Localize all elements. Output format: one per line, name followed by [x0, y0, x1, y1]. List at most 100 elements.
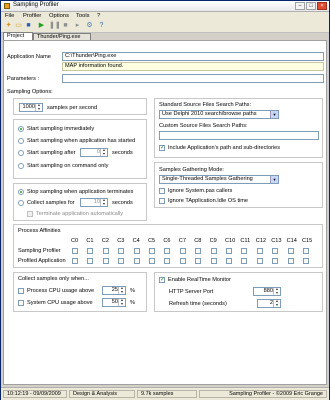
ignore-tapp-checkbox[interactable] [159, 198, 165, 204]
start-on-command-radio[interactable] [18, 163, 24, 169]
samples-rate-group: 1000 ▲ ▼ samples per second [13, 98, 147, 115]
affinity-checkbox[interactable] [118, 258, 125, 264]
custom-paths-field[interactable] [159, 131, 319, 140]
affinity-checkbox[interactable] [102, 258, 109, 264]
stop-on-terminate-radio[interactable] [18, 189, 24, 195]
close-button[interactable]: × [317, 2, 327, 10]
affinity-checkbox[interactable] [272, 258, 279, 264]
port-spinner[interactable]: 880 ▲ ▼ [253, 287, 281, 296]
menu-profiler[interactable]: Profiler [23, 13, 41, 19]
system-cpu-spinner[interactable]: 50 ▲ ▼ [102, 298, 126, 307]
affinity-checkbox[interactable] [179, 248, 186, 254]
tab-thunder-ping[interactable]: Thunder/Ping.exe [33, 33, 91, 40]
affinity-checkbox[interactable] [179, 258, 186, 264]
menu-options[interactable]: Options [49, 13, 69, 19]
help-icon[interactable]: ? [97, 22, 106, 30]
menu-help[interactable]: ? [97, 13, 100, 19]
parameters-field[interactable] [62, 74, 324, 83]
menu-tools[interactable]: Tools [76, 13, 90, 19]
ignore-callers-label: Ignore System.pas callers [168, 188, 233, 194]
spinner-arrows-icon[interactable]: ▲ ▼ [35, 103, 42, 111]
start-when-started-radio[interactable] [18, 138, 24, 144]
affinity-checkbox[interactable] [303, 248, 309, 254]
affinity-checkbox[interactable] [272, 248, 279, 254]
std-paths-combo[interactable]: Use Delphi 2010 search/browse paths ▼ [159, 110, 279, 119]
affinity-checkbox[interactable] [226, 258, 232, 264]
main-window: Sampling Profiler – □ × File Profiler Op… [0, 0, 330, 400]
spinner-arrows-icon[interactable]: ▲ ▼ [100, 198, 107, 206]
start-when-started-label: Start sampling when application has star… [27, 138, 136, 144]
affinity-checkbox[interactable] [164, 248, 171, 254]
spinner-arrows-icon[interactable]: ▲ ▼ [100, 148, 107, 156]
affinity-checkbox[interactable] [226, 248, 232, 254]
run-icon[interactable]: ▶ [37, 22, 46, 30]
pause-icon[interactable]: ❚❚ [49, 22, 61, 30]
affinity-checkbox[interactable] [210, 248, 217, 254]
include-app-path-checkbox[interactable]: ✓ [159, 145, 165, 151]
affinity-checkbox[interactable] [102, 248, 109, 254]
collect-samples-spinner[interactable]: 10 ▲ ▼ [80, 198, 108, 207]
enable-monitor-checkbox[interactable]: ✓ [159, 277, 165, 283]
refresh-spinner[interactable]: 2 ▲ ▼ [257, 299, 281, 308]
affinity-checkbox[interactable] [72, 258, 78, 264]
spinner-arrows-icon[interactable]: ▲ ▼ [273, 287, 280, 295]
affinity-column-header: C2 [101, 238, 109, 244]
step-icon[interactable]: ▸ [73, 22, 82, 30]
terminate-auto-checkbox[interactable] [27, 211, 33, 217]
affinity-checkbox[interactable] [256, 248, 263, 254]
gathering-mode-label: Samples Gathering Mode: [159, 167, 224, 173]
affinity-checkbox[interactable] [256, 258, 263, 264]
ignore-callers-checkbox[interactable] [159, 188, 165, 194]
affinity-checkbox[interactable] [87, 258, 94, 264]
options-icon[interactable]: ⚙ [85, 22, 94, 30]
app-name-field[interactable]: C:\Thunder\Ping.exe [62, 52, 324, 61]
minimize-button[interactable]: – [295, 2, 305, 10]
save-icon[interactable]: ■ [24, 22, 33, 30]
affinity-checkbox[interactable] [118, 248, 125, 254]
affinity-checkbox[interactable] [303, 258, 309, 264]
new-icon[interactable]: ✦ [4, 22, 13, 30]
affinity-column-header: C3 [117, 238, 125, 244]
collect-samples-radio[interactable] [18, 200, 24, 206]
affinity-checkbox[interactable] [195, 258, 202, 264]
process-cpu-checkbox[interactable] [18, 288, 24, 294]
affinity-checkbox[interactable] [133, 248, 140, 254]
affinity-checkbox[interactable] [210, 258, 217, 264]
start-after-label: Start sampling after [27, 150, 76, 156]
start-immediately-radio[interactable] [18, 126, 24, 132]
affinity-checkbox[interactable] [164, 258, 171, 264]
affinity-checkbox[interactable] [287, 258, 294, 264]
affinity-checkbox[interactable] [87, 248, 94, 254]
menu-file[interactable]: File [5, 13, 14, 19]
stop-sampling-group: Stop sampling when application terminate… [13, 183, 147, 221]
menu-bar: File Profiler Options Tools ? [1, 12, 329, 21]
map-info-notice: MAP information found. [62, 62, 324, 71]
affinity-checkbox[interactable] [149, 248, 155, 254]
status-samples: 9.7k samples [137, 390, 197, 398]
affinity-column-header: C4 [132, 238, 140, 244]
affinity-checkbox[interactable] [72, 248, 78, 254]
spinner-arrows-icon[interactable]: ▲ ▼ [273, 299, 280, 307]
affinity-checkbox[interactable] [149, 258, 155, 264]
tab-project[interactable]: Project [3, 32, 33, 40]
gathering-mode-combo[interactable]: Single-Threaded Samples Gathering ▼ [159, 175, 279, 184]
start-on-command-label: Start sampling on command only [27, 163, 109, 169]
start-after-radio[interactable] [18, 150, 24, 156]
stop-icon[interactable]: ■ [61, 22, 70, 30]
affinity-checkbox[interactable] [133, 258, 140, 264]
start-after-spinner[interactable]: 0 ▲ ▼ [80, 148, 108, 157]
affinity-checkbox[interactable] [195, 248, 202, 254]
samples-per-second-spinner[interactable]: 1000 ▲ ▼ [19, 103, 43, 112]
open-icon[interactable]: ▭ [14, 22, 23, 30]
spinner-arrows-icon[interactable]: ▲ ▼ [118, 286, 125, 294]
affinity-checkbox[interactable] [241, 248, 248, 254]
affinity-checkbox[interactable] [287, 248, 294, 254]
affinity-checkbox[interactable] [241, 258, 248, 264]
process-cpu-spinner[interactable]: 25 ▲ ▼ [102, 286, 126, 295]
maximize-button[interactable]: □ [306, 2, 316, 10]
chevron-down-icon[interactable]: ▼ [270, 111, 278, 118]
affinities-group: Process Affinities Sampling Profiler Pro… [13, 224, 323, 268]
spinner-arrows-icon[interactable]: ▲ ▼ [118, 298, 125, 306]
chevron-down-icon[interactable]: ▼ [270, 176, 278, 183]
system-cpu-checkbox[interactable] [18, 300, 24, 306]
